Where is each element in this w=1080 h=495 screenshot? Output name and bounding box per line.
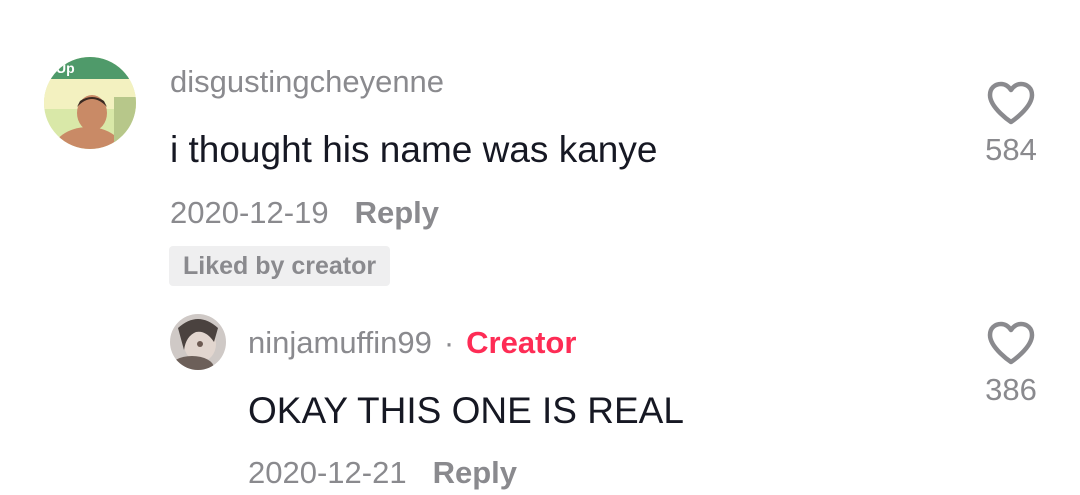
like-control: 386 (966, 320, 1056, 408)
comment-date: 2020-12-19 (170, 195, 329, 230)
comment-username: ninjamuffin99 · Creator (248, 325, 576, 361)
avatar-image (170, 314, 226, 370)
comment-username[interactable]: disgustingcheyenne (170, 64, 444, 100)
svg-text:Up: Up (56, 60, 75, 76)
separator-dot: · (443, 325, 455, 360)
like-count: 386 (985, 372, 1037, 407)
avatar-image: Up (44, 57, 136, 149)
heart-outline-icon[interactable] (986, 320, 1036, 366)
like-control: 584 (966, 80, 1056, 168)
avatar[interactable] (170, 314, 226, 370)
comment-text: i thought his name was kanye (170, 129, 658, 170)
reply-button[interactable]: Reply (433, 455, 517, 490)
avatar[interactable]: Up (44, 57, 136, 149)
liked-by-creator-badge: Liked by creator (169, 246, 391, 286)
heart-outline-icon[interactable] (986, 80, 1036, 126)
reply-username[interactable]: ninjamuffin99 (248, 325, 432, 360)
creator-tag: Creator (466, 325, 577, 360)
like-count: 584 (985, 132, 1037, 167)
comment-meta: 2020-12-19 Reply (170, 195, 439, 231)
comment-text: OKAY THIS ONE IS REAL (248, 390, 684, 431)
reply-button[interactable]: Reply (355, 195, 439, 230)
comment-date: 2020-12-21 (248, 455, 407, 490)
comment-meta: 2020-12-21 Reply (248, 455, 517, 491)
